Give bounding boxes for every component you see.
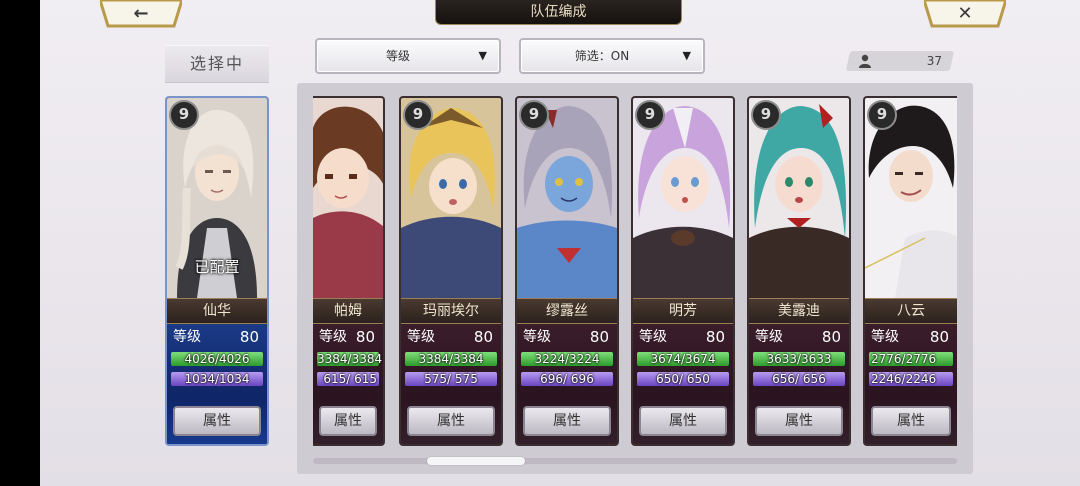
level-label: 等级 — [173, 329, 201, 345]
hp-bar: 4026/4026 — [171, 352, 263, 366]
level-value: 80 — [929, 328, 949, 346]
rarity-badge: 9 — [751, 100, 781, 130]
level-row: 等级 80 — [523, 326, 611, 348]
attribute-button[interactable]: 属性 — [871, 406, 951, 436]
level-row: 等级 80 — [319, 326, 377, 348]
rarity-badge: 9 — [867, 100, 897, 130]
level-row: 等级 80 — [173, 326, 261, 348]
attribute-button[interactable]: 属性 — [755, 406, 843, 436]
level-value: 80 — [355, 328, 375, 346]
level-value: 80 — [473, 328, 493, 346]
level-label: 等级 — [523, 329, 551, 345]
level-value: 80 — [705, 328, 725, 346]
mp-bar: 1034/1034 — [171, 372, 263, 386]
mp-bar: 575/ 575 — [405, 372, 497, 386]
character-stats: 等级 80 3633/3633 656/ 656 属性 — [749, 324, 849, 444]
character-name: 明芳 — [633, 298, 733, 324]
character-stats: 等级 80 3224/3224 696/ 696 属性 — [517, 324, 617, 444]
level-label: 等级 — [755, 329, 783, 345]
mp-bar: 656/ 656 — [753, 372, 845, 386]
character-stats: 等级 80 4026/4026 1034/1034 属性 — [167, 324, 267, 444]
level-value: 80 — [589, 328, 609, 346]
level-row: 等级 80 — [755, 326, 843, 348]
level-label: 等级 — [407, 329, 435, 345]
mp-bar: 650/ 650 — [637, 372, 729, 386]
character-name: 美露迪 — [749, 298, 849, 324]
character-card[interactable]: 9 八云 等级 80 2776/2776 2246/2246 属性 — [863, 96, 957, 446]
back-button[interactable]: ← — [100, 0, 182, 28]
character-card[interactable]: 帕姆 等级 80 3384/3384 615/ 615 属性 — [313, 96, 385, 446]
character-card[interactable]: 9 美露迪 等级 80 3633/3633 656/ 656 属性 — [747, 96, 851, 446]
rarity-badge: 9 — [169, 100, 199, 130]
level-value: 80 — [821, 328, 841, 346]
attribute-button[interactable]: 属性 — [407, 406, 495, 436]
level-value: 80 — [239, 328, 259, 346]
character-card[interactable]: 9 明芳 等级 80 3674/3674 650/ 650 属性 — [631, 96, 735, 446]
chevron-down-icon: ▼ — [682, 49, 691, 62]
attribute-button[interactable]: 属性 — [639, 406, 727, 436]
rarity-badge: 9 — [403, 100, 433, 130]
mp-bar: 696/ 696 — [521, 372, 613, 386]
sort-dropdown-label: 等级 — [385, 49, 410, 63]
rarity-badge: 9 — [635, 100, 665, 130]
level-label: 等级 — [319, 329, 347, 345]
level-label: 等级 — [639, 329, 667, 345]
sort-dropdown[interactable]: 等级 ▼ — [315, 38, 501, 74]
character-name: 仙华 — [167, 298, 267, 324]
user-icon — [859, 54, 871, 68]
chevron-down-icon: ▼ — [478, 49, 487, 62]
level-row: 等级 80 — [407, 326, 495, 348]
close-button[interactable]: ✕ — [924, 0, 1006, 28]
level-label: 等级 — [871, 329, 899, 345]
character-name: 缪露丝 — [517, 298, 617, 324]
unit-count: 37 — [926, 54, 942, 68]
level-row: 等级 80 — [871, 326, 951, 348]
roster-scrollbar-thumb[interactable] — [427, 457, 525, 465]
character-stats: 等级 80 3674/3674 650/ 650 属性 — [633, 324, 733, 444]
mp-bar: 2246/2246 — [869, 372, 953, 386]
attribute-button[interactable]: 属性 — [173, 406, 261, 436]
selected-slot-label: 选择中 — [165, 45, 269, 83]
close-icon: ✕ — [957, 3, 973, 24]
character-name: 玛丽埃尔 — [401, 298, 501, 324]
attribute-button[interactable]: 属性 — [523, 406, 611, 436]
hp-bar: 3384/3384 — [405, 352, 497, 366]
character-portrait — [313, 98, 383, 298]
character-name: 帕姆 — [313, 298, 383, 324]
unit-count-badge: 37 — [845, 51, 955, 71]
assigned-status: 已配置 — [194, 258, 240, 276]
hp-bar: 2776/2776 — [869, 352, 953, 366]
hp-bar: 3674/3674 — [637, 352, 729, 366]
roster-scrollbar-track[interactable] — [313, 458, 957, 464]
back-arrow-icon: ← — [133, 3, 149, 24]
level-row: 等级 80 — [639, 326, 727, 348]
character-card[interactable]: 9 玛丽埃尔 等级 80 3384/3384 575/ 575 属性 — [399, 96, 503, 446]
filter-dropdown-label: 筛选：ON — [574, 49, 630, 63]
filter-dropdown[interactable]: 筛选：ON ▼ — [519, 38, 705, 74]
hp-bar: 3633/3633 — [753, 352, 845, 366]
mp-bar: 615/ 615 — [317, 372, 379, 386]
selected-character-card[interactable]: 9 已配置 仙华 等级 80 4026/4026 1034/1034 属性 — [165, 96, 269, 446]
character-stats: 等级 80 3384/3384 615/ 615 属性 — [313, 324, 383, 444]
rarity-badge: 9 — [519, 100, 549, 130]
character-stats: 等级 80 3384/3384 575/ 575 属性 — [401, 324, 501, 444]
character-name: 八云 — [865, 298, 957, 324]
character-stats: 等级 80 2776/2776 2246/2246 属性 — [865, 324, 957, 444]
page-title: 队伍编成 — [435, 0, 682, 25]
character-card[interactable]: 9 缪露丝 等级 80 3224/3224 696/ 696 属性 — [515, 96, 619, 446]
hp-bar: 3384/3384 — [317, 352, 383, 366]
attribute-button[interactable]: 属性 — [319, 406, 377, 436]
hp-bar: 3224/3224 — [521, 352, 613, 366]
